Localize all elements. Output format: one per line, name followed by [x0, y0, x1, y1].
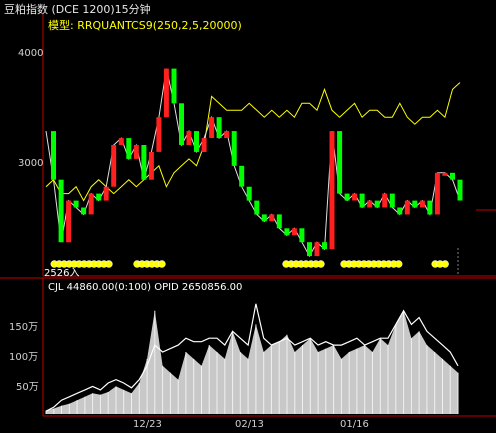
candle-52 — [434, 172, 440, 215]
candle-26 — [239, 165, 245, 187]
low-price-label: 2526入 — [44, 268, 80, 279]
candle-15 — [156, 117, 162, 152]
candle-38 — [329, 131, 335, 250]
candle-14 — [148, 151, 154, 180]
candle-31 — [276, 214, 282, 229]
candle-9 — [111, 145, 117, 187]
candle-12 — [133, 145, 139, 159]
candle-47 — [397, 207, 403, 215]
candle-25 — [231, 131, 237, 166]
candle-45 — [382, 193, 388, 208]
candle-30 — [269, 214, 275, 222]
candle-51 — [427, 200, 433, 215]
candle-55 — [457, 179, 463, 201]
candle-20 — [194, 131, 199, 152]
candle-21 — [201, 138, 207, 152]
signal-dot-11 — [105, 260, 113, 268]
candle-32 — [284, 228, 290, 236]
candle-13 — [141, 145, 147, 180]
candle-34 — [299, 228, 305, 243]
signal-dot-40 — [441, 260, 449, 268]
ytick-50wan: 50万 — [16, 382, 39, 393]
signal-dot-25 — [317, 260, 325, 268]
candle-49 — [412, 200, 418, 208]
candle-35 — [307, 242, 312, 257]
candle-22 — [209, 117, 215, 138]
xtick-2: 02/13 — [235, 419, 264, 430]
candle-44 — [374, 200, 380, 208]
xtick-1: 12/23 — [133, 419, 162, 430]
ytick-3000: 3000 — [18, 158, 44, 169]
candle-50 — [419, 200, 425, 208]
price-line — [45, 68, 461, 258]
signal-dot-37 — [394, 260, 403, 268]
xtick-3: 01/16 — [340, 419, 369, 430]
signal-dot-17 — [158, 260, 166, 268]
candle-46 — [389, 193, 395, 208]
candle-7 — [96, 193, 102, 201]
model-line — [45, 82, 461, 202]
chart-window: 豆粕指数 (DCE 1200)15分钟 模型: RRQUANTCS9(250,2… — [0, 0, 496, 433]
candle-1 — [51, 131, 56, 180]
candle-4 — [73, 200, 79, 208]
candle-16 — [163, 68, 169, 118]
candle-23 — [216, 117, 222, 138]
candle-24 — [224, 131, 230, 138]
candle-28 — [254, 200, 260, 215]
candle-42 — [359, 193, 365, 208]
candle-18 — [179, 103, 184, 145]
candle-36 — [314, 242, 320, 257]
candle-53 — [442, 172, 448, 176]
candle-33 — [291, 228, 297, 236]
candle-3 — [66, 200, 72, 243]
candle-2 — [58, 179, 64, 243]
ytick-4000: 4000 — [18, 48, 44, 59]
candle-6 — [88, 193, 94, 215]
candle-8 — [103, 186, 109, 201]
volume-indicator-label: CJL 44860.00(0:100) OPID 2650856.00 — [48, 282, 243, 293]
candle-10 — [118, 138, 124, 145]
candle-48 — [404, 200, 410, 215]
candle-39 — [337, 131, 343, 194]
candle-27 — [246, 186, 252, 201]
candle-17 — [171, 68, 177, 104]
candle-29 — [261, 214, 267, 222]
candle-37 — [322, 242, 327, 250]
chart-canvas[interactable] — [0, 0, 496, 433]
candle-19 — [186, 131, 192, 145]
candle-11 — [126, 138, 132, 159]
candle-54 — [450, 172, 455, 180]
candle-43 — [367, 200, 373, 208]
ytick-100wan: 100万 — [9, 352, 39, 363]
candle-41 — [352, 193, 358, 201]
candle-40 — [344, 193, 350, 201]
candle-5 — [81, 207, 87, 215]
ytick-150wan: 150万 — [9, 322, 39, 333]
